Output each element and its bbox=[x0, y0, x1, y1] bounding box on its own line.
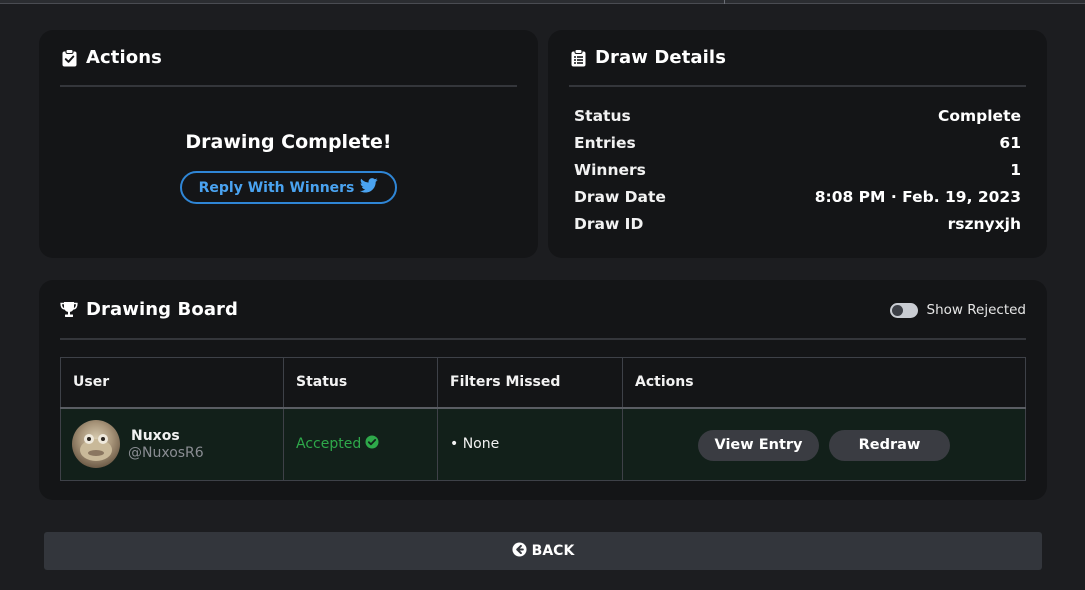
toggle-knob bbox=[891, 304, 903, 316]
table-header-row: User Status Filters Missed Actions bbox=[60, 357, 1026, 409]
user-name: Nuxos bbox=[131, 427, 180, 444]
column-header-filters-missed: Filters Missed bbox=[437, 357, 623, 409]
redraw-button[interactable]: Redraw bbox=[829, 429, 950, 461]
detail-value: 8:08 PM · Feb. 19, 2023 bbox=[814, 188, 1021, 206]
column-header-actions: Actions bbox=[622, 357, 1026, 409]
column-header-status: Status bbox=[283, 357, 438, 409]
drawing-complete-heading: Drawing Complete! bbox=[185, 131, 392, 153]
detail-value: 1 bbox=[1010, 161, 1021, 179]
reply-with-winners-label: Reply With Winners bbox=[198, 179, 355, 196]
table-row: Nuxos @NuxosR6 Accepted • None View Entr… bbox=[60, 407, 1026, 481]
clipboard-list-icon bbox=[569, 48, 587, 68]
window-top-bar bbox=[0, 0, 1085, 4]
twitter-icon bbox=[360, 178, 379, 197]
trophy-icon bbox=[60, 299, 78, 319]
user-handle[interactable]: @NuxosR6 bbox=[128, 445, 204, 461]
detail-label: Entries bbox=[574, 134, 636, 152]
top-bar-tick bbox=[724, 0, 725, 4]
back-label: BACK bbox=[531, 543, 575, 559]
detail-value: 61 bbox=[999, 134, 1021, 152]
status-accepted-label: Accepted bbox=[296, 436, 362, 453]
show-rejected-label: Show Rejected bbox=[926, 302, 1026, 318]
detail-label: Draw ID bbox=[574, 215, 644, 233]
draw-details-card: Draw Details Status Complete Entries 61 … bbox=[548, 30, 1047, 258]
detail-label: Draw Date bbox=[574, 188, 666, 206]
draw-details-header: Draw Details bbox=[569, 30, 1026, 87]
user-cell: Nuxos @NuxosR6 bbox=[60, 407, 284, 481]
filters-missed-value: • None bbox=[450, 436, 500, 453]
detail-row-status: Status Complete bbox=[574, 105, 1021, 127]
detail-row-draw-id: Draw ID rsznyxjh bbox=[574, 213, 1021, 235]
actions-title: Actions bbox=[86, 47, 162, 68]
reply-with-winners-button[interactable]: Reply With Winners bbox=[180, 171, 397, 204]
back-button[interactable]: BACK bbox=[44, 532, 1042, 570]
show-rejected-control: Show Rejected bbox=[889, 302, 1026, 318]
avatar[interactable] bbox=[72, 420, 120, 469]
drawing-board-header: Drawing Board Show Rejected bbox=[60, 280, 1026, 340]
detail-value: rsznyxjh bbox=[947, 215, 1021, 233]
drawing-board-title: Drawing Board bbox=[86, 298, 239, 320]
show-rejected-toggle[interactable] bbox=[889, 302, 918, 318]
view-entry-button[interactable]: View Entry bbox=[698, 429, 819, 461]
filters-missed-cell: • None bbox=[437, 407, 623, 481]
detail-row-winners: Winners 1 bbox=[574, 159, 1021, 181]
detail-row-draw-date: Draw Date 8:08 PM · Feb. 19, 2023 bbox=[574, 186, 1021, 208]
actions-card: Actions Drawing Complete! Reply With Win… bbox=[39, 30, 538, 258]
clipboard-check-icon bbox=[60, 48, 78, 68]
column-header-user: User bbox=[60, 357, 284, 409]
detail-label: Status bbox=[574, 107, 631, 125]
draw-details-title: Draw Details bbox=[595, 47, 727, 68]
detail-label: Winners bbox=[574, 161, 646, 179]
actions-cell: View Entry Redraw bbox=[622, 407, 1026, 481]
actions-card-header: Actions bbox=[60, 30, 517, 87]
drawing-board-table: User Status Filters Missed Actions Nuxos… bbox=[60, 357, 1026, 481]
check-circle-icon bbox=[365, 435, 379, 453]
arrow-circle-left-icon bbox=[512, 541, 527, 561]
status-cell: Accepted bbox=[283, 407, 438, 481]
detail-value: Complete bbox=[937, 107, 1021, 125]
detail-row-entries: Entries 61 bbox=[574, 132, 1021, 154]
drawing-board-card: Drawing Board Show Rejected User Status … bbox=[39, 280, 1047, 500]
